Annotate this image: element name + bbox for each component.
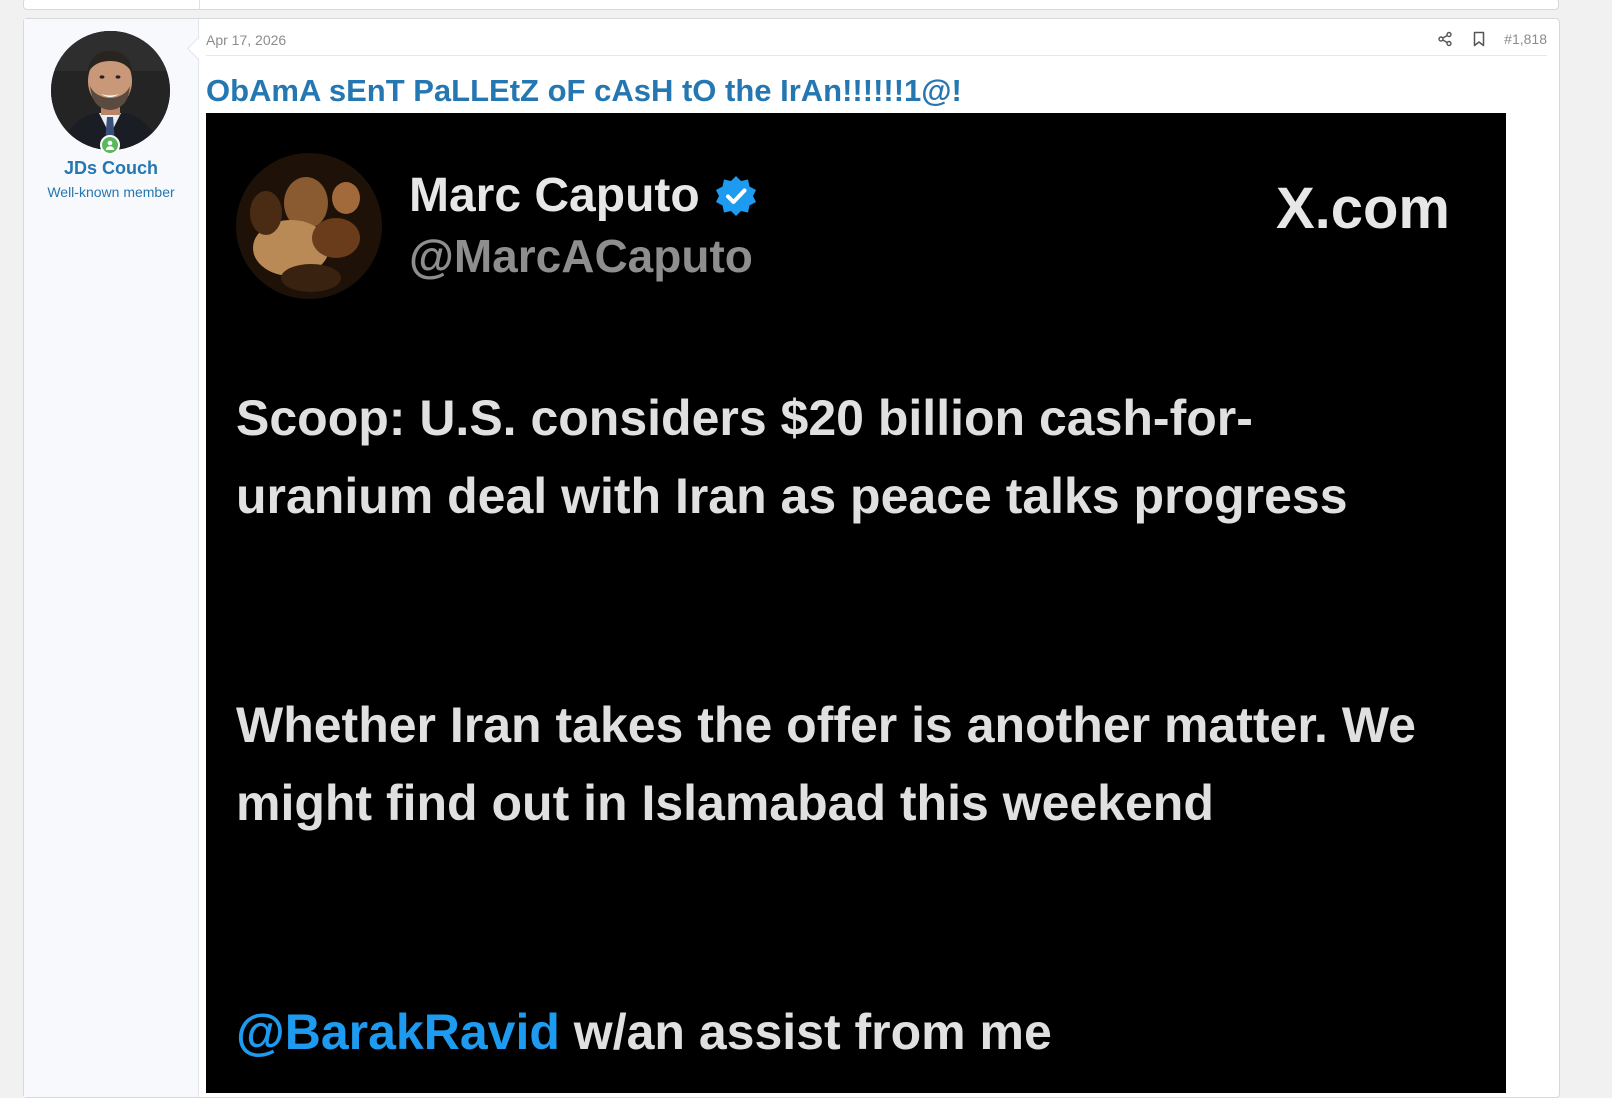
forum-post: JDs Couch Well-known member Apr 17, 2026 — [23, 18, 1560, 1098]
tweet-paragraph-rest: w/an assist from me — [559, 1004, 1052, 1060]
previous-post-divider — [199, 0, 200, 9]
tweet-avatar — [236, 153, 382, 299]
verified-badge-icon — [715, 175, 756, 216]
post-header: Apr 17, 2026 #1,818 — [206, 19, 1547, 56]
tweet-screenshot: Marc Caputo @MarcACaputo X.com Scoop: U.… — [206, 113, 1506, 1093]
tweet-paragraph: Scoop: U.S. considers $20 billion cash-f… — [236, 390, 1348, 524]
post-actions: #1,818 — [1436, 30, 1547, 48]
post-date[interactable]: Apr 17, 2026 — [206, 32, 286, 48]
username-link[interactable]: JDs Couch — [24, 158, 198, 179]
tweet-paragraph: @BarakRavid w/an assist from me — [236, 993, 1436, 1071]
online-status-icon — [100, 135, 120, 155]
tweet-handle: @MarcACaputo — [409, 230, 753, 282]
post-title: ObAmA sEnT PaLLEtZ oF cAsH tO the IrAn!!… — [206, 73, 962, 108]
avatar[interactable] — [51, 31, 170, 150]
tweet-display-name-text: Marc Caputo — [409, 169, 700, 222]
previous-post — [23, 0, 1559, 10]
bookmark-icon[interactable] — [1470, 30, 1488, 48]
x-logo: X.com — [1275, 176, 1450, 241]
post-number-link[interactable]: #1,818 — [1504, 31, 1547, 47]
share-icon[interactable] — [1436, 30, 1454, 48]
tweet-paragraph: Whether Iran takes the offer is another … — [236, 697, 1416, 831]
avatar-image — [51, 31, 170, 150]
tweet-mention: @BarakRavid — [236, 1004, 560, 1060]
post-main: Apr 17, 2026 #1,818 ObAmA sEnT PaLLEtZ o… — [206, 19, 1547, 1097]
user-title: Well-known member — [47, 184, 175, 200]
tweet-display-name: Marc Caputo — [409, 168, 758, 223]
post-user-panel: JDs Couch Well-known member — [24, 19, 199, 1097]
